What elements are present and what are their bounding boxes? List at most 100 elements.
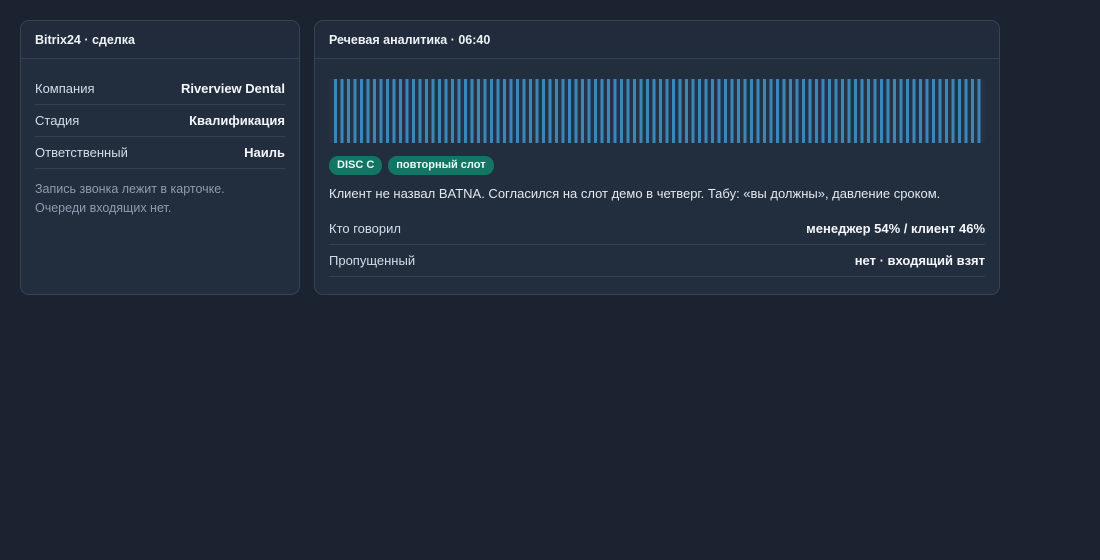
tag-disc: DISC C xyxy=(329,156,383,175)
crm-row-label: Компания xyxy=(35,81,95,96)
stat-value: менеджер 54% / клиент 46% xyxy=(806,221,985,236)
waveform-bar xyxy=(334,79,337,143)
crm-card-title: Bitrix24 · сделка xyxy=(21,21,299,59)
waveform-bar xyxy=(555,79,558,143)
waveform-bar xyxy=(418,79,422,143)
waveform-bar xyxy=(906,79,909,143)
waveform-bar xyxy=(568,79,571,143)
waveform-bar xyxy=(685,79,688,143)
waveform-bar xyxy=(964,79,968,143)
waveform-bar xyxy=(769,79,773,143)
waveform-bar xyxy=(945,79,948,143)
waveform-bar xyxy=(795,79,799,143)
waveform-bar xyxy=(399,79,402,143)
crm-note-line: Очереди входящих нет. xyxy=(35,201,172,215)
speech-card-title: Речевая аналитика · 06:40 xyxy=(315,21,999,59)
waveform-bar xyxy=(509,79,513,143)
waveform-bar xyxy=(698,79,701,143)
waveform-bar xyxy=(613,79,617,143)
speech-analytics-card: Речевая аналитика · 06:40 DISC C повторн… xyxy=(314,20,1000,295)
crm-row-label: Стадия xyxy=(35,113,80,128)
waveform-bar xyxy=(802,79,805,143)
waveform-bar xyxy=(405,79,409,143)
waveform-bar xyxy=(626,79,630,143)
waveform-bar xyxy=(587,79,591,143)
stat-value: нет · входящий взят xyxy=(854,253,985,268)
waveform-bar xyxy=(763,79,766,143)
waveform-bar xyxy=(503,79,506,143)
waveform-bar xyxy=(665,79,669,143)
waveform-bar xyxy=(841,79,844,143)
waveform-bar xyxy=(516,79,519,143)
crm-row-label: Ответственный xyxy=(35,145,128,160)
crm-deal-card: Bitrix24 · сделка Компания Riverview Den… xyxy=(20,20,300,295)
waveform-bars xyxy=(334,79,981,143)
waveform-bar xyxy=(743,79,747,143)
waveform-bar xyxy=(873,79,877,143)
stat-row-talk-ratio: Кто говорил менеджер 54% / клиент 46% xyxy=(329,213,985,245)
waveform-bar xyxy=(360,79,363,143)
waveform-bar xyxy=(776,79,779,143)
call-summary: Клиент не назвал BATNA. Согласился на сл… xyxy=(329,186,941,201)
waveform-bar xyxy=(912,79,916,143)
waveform-bar xyxy=(789,79,792,143)
waveform-bar xyxy=(893,79,896,143)
waveform-bar xyxy=(490,79,493,143)
waveform-bar xyxy=(782,79,786,143)
waveform-bar xyxy=(464,79,467,143)
waveform-bar xyxy=(737,79,740,143)
waveform-bar xyxy=(620,79,623,143)
waveform-bar xyxy=(574,79,578,143)
waveform-bar xyxy=(386,79,389,143)
waveform-bar xyxy=(867,79,870,143)
stat-row-missed: Пропущенный нет · входящий взят xyxy=(329,245,985,277)
waveform-bar xyxy=(854,79,857,143)
waveform-bar xyxy=(594,79,597,143)
waveform-bar xyxy=(828,79,831,143)
crm-row-stage: Стадия Квалификация xyxy=(35,105,285,137)
waveform-bar xyxy=(886,79,890,143)
waveform-bar xyxy=(815,79,818,143)
waveform-bar xyxy=(581,79,584,143)
waveform-bar xyxy=(821,79,825,143)
waveform-bar xyxy=(704,79,708,143)
waveform-bar xyxy=(431,79,435,143)
crm-row-value: Наиль xyxy=(244,145,285,160)
stat-label: Кто говорил xyxy=(329,221,401,236)
waveform-bar xyxy=(561,79,565,143)
waveform-bar xyxy=(672,79,675,143)
waveform-bar xyxy=(834,79,838,143)
waveform-bar xyxy=(951,79,955,143)
crm-row-company: Компания Riverview Dental xyxy=(35,73,285,105)
waveform-bar xyxy=(880,79,883,143)
waveform-bar xyxy=(353,79,357,143)
waveform-bar xyxy=(808,79,812,143)
waveform-bar xyxy=(659,79,662,143)
waveform-bar xyxy=(639,79,643,143)
waveform-bar xyxy=(860,79,864,143)
waveform-bar xyxy=(977,79,981,143)
waveform-bar xyxy=(919,79,922,143)
call-stats: Кто говорил менеджер 54% / клиент 46% Пр… xyxy=(329,213,985,277)
waveform-bar xyxy=(347,79,350,143)
waveform-bar xyxy=(477,79,480,143)
waveform-bar xyxy=(457,79,461,143)
waveform-bar xyxy=(925,79,929,143)
waveform-bar xyxy=(529,79,532,143)
stat-label: Пропущенный xyxy=(329,253,416,268)
waveform-bar xyxy=(724,79,727,143)
waveform-bar xyxy=(932,79,935,143)
waveform-bar xyxy=(535,79,539,143)
waveform-bar xyxy=(678,79,682,143)
tag-repeat-slot: повторный слот xyxy=(388,156,494,175)
call-waveform[interactable] xyxy=(329,79,985,143)
waveform-bar xyxy=(425,79,428,143)
waveform-bar xyxy=(607,79,610,143)
waveform-bar xyxy=(522,79,526,143)
waveform-bar xyxy=(730,79,734,143)
waveform-bar xyxy=(451,79,454,143)
waveform-bar xyxy=(646,79,649,143)
waveform-bar xyxy=(633,79,636,143)
waveform-bar xyxy=(444,79,448,143)
waveform-bar xyxy=(496,79,500,143)
